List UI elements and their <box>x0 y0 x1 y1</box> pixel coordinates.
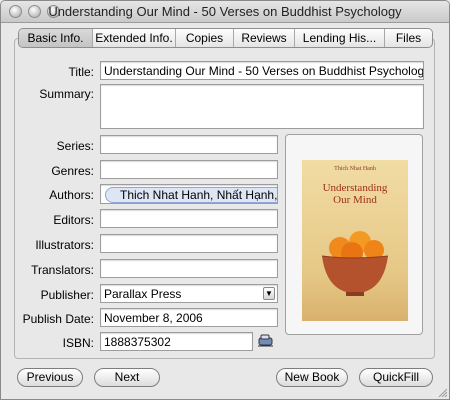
publisher-label: Publisher: <box>40 288 94 302</box>
quickfill-button[interactable]: QuickFill <box>359 368 433 387</box>
tab-copies[interactable]: Copies <box>176 29 234 47</box>
publish-date-label: Publish Date: <box>22 312 94 326</box>
illustrators-label: Illustrators: <box>35 238 94 252</box>
editors-field[interactable] <box>100 209 278 228</box>
cover-blurb <box>374 277 402 303</box>
app-window: Understanding Our Mind - 50 Verses on Bu… <box>0 0 450 400</box>
resize-grip-icon[interactable] <box>437 387 447 397</box>
illustrators-field[interactable] <box>100 234 278 253</box>
previous-button[interactable]: Previous <box>17 368 83 387</box>
window-title: Understanding Our Mind - 50 Verses on Bu… <box>48 4 402 19</box>
isbn-field[interactable]: 1888375302 <box>100 332 253 351</box>
tab-basic-info[interactable]: Basic Info. <box>19 29 93 47</box>
editors-label: Editors: <box>53 213 94 227</box>
authors-field[interactable]: Thich Nhat Hanh, Nhất Hạnh, <box>100 184 278 204</box>
cover-image-well[interactable]: Thich Nhat Hanh Understanding Our Mind <box>285 134 423 335</box>
author-token[interactable]: Thich Nhat Hanh, Nhất Hạnh, <box>105 187 277 203</box>
tab-bar: Basic Info. Extended Info. Copies Review… <box>18 28 433 48</box>
genres-label: Genres: <box>51 164 94 178</box>
translators-label: Translators: <box>31 263 94 277</box>
summary-field[interactable] <box>100 84 424 129</box>
publish-date-field[interactable]: November 8, 2006 <box>100 308 278 327</box>
new-book-button[interactable]: New Book <box>276 368 348 387</box>
tab-reviews[interactable]: Reviews <box>234 29 295 47</box>
cover-title: Understanding Our Mind <box>302 182 408 206</box>
cover-author: Thich Nhat Hanh <box>334 166 376 172</box>
series-field[interactable] <box>100 135 278 154</box>
next-button[interactable]: Next <box>94 368 160 387</box>
translators-field[interactable] <box>100 259 278 278</box>
chevron-down-icon[interactable]: ▼ <box>263 287 275 300</box>
authors-label: Authors: <box>49 188 94 202</box>
tab-lending-history[interactable]: Lending His... <box>295 29 385 47</box>
book-cover-image: Thich Nhat Hanh Understanding Our Mind <box>302 160 408 321</box>
tab-files[interactable]: Files <box>385 29 432 47</box>
series-label: Series: <box>56 139 94 153</box>
cover-title-line1: Understanding <box>322 182 388 194</box>
title-bar: Understanding Our Mind - 50 Verses on Bu… <box>1 1 449 23</box>
publisher-combobox[interactable]: Parallax Press ▼ <box>100 284 278 303</box>
publisher-value: Parallax Press <box>104 287 182 301</box>
isbn-label: ISBN: <box>62 336 94 350</box>
tab-extended-info[interactable]: Extended Info. <box>93 29 176 47</box>
cover-title-line2: Our Mind <box>333 194 377 206</box>
title-field[interactable]: Understanding Our Mind - 50 Verses on Bu… <box>100 61 424 80</box>
title-label: Title: <box>68 65 94 79</box>
genres-field[interactable] <box>100 160 278 179</box>
barcode-scanner-icon[interactable] <box>257 333 275 349</box>
summary-label: Summary: <box>39 87 94 101</box>
